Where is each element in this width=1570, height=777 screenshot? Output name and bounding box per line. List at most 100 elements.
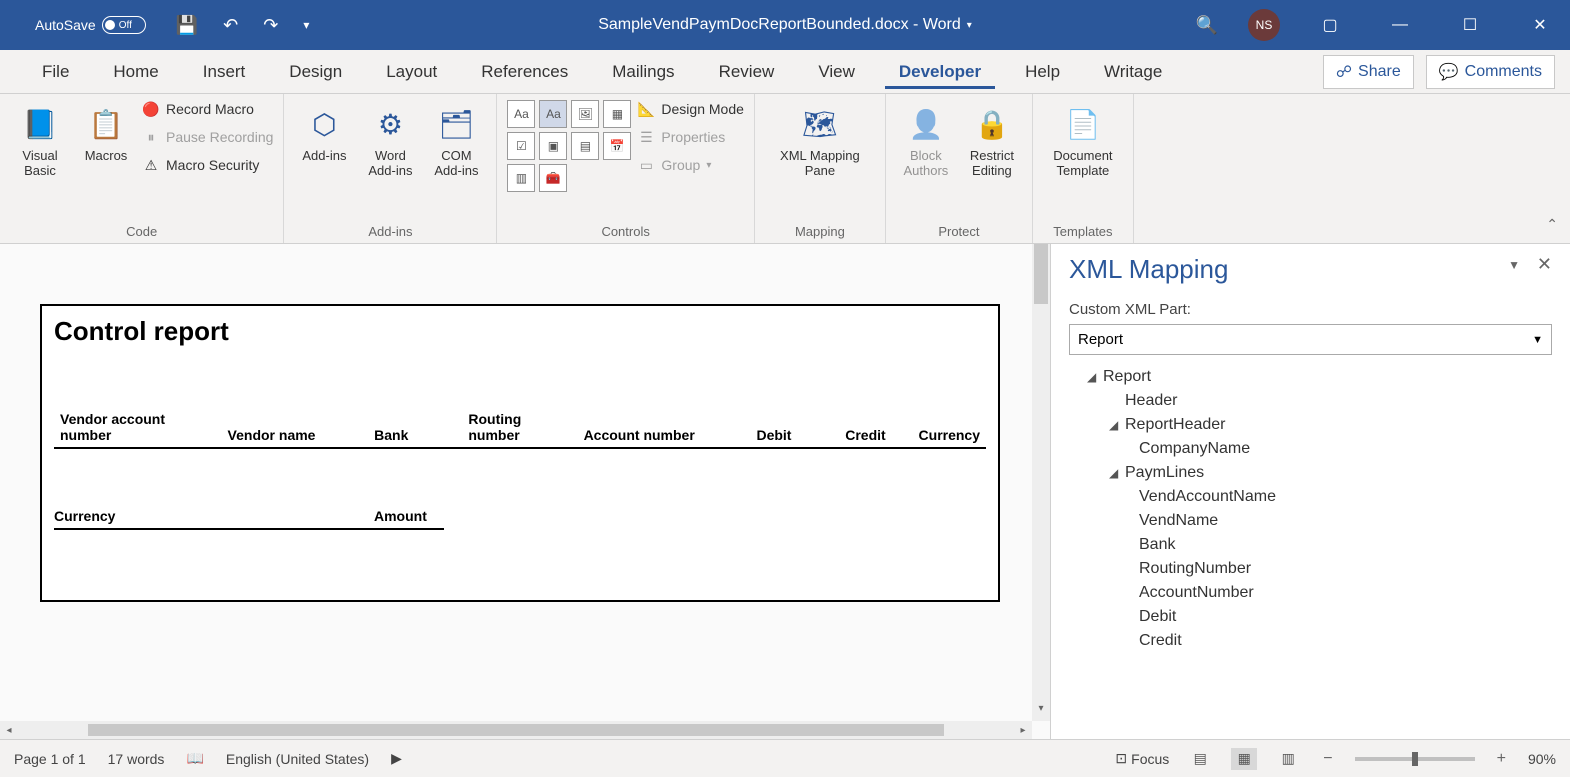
dropdown-control[interactable]: ▤ [571,132,599,160]
group-code-label: Code [10,220,273,239]
qat-customize-icon[interactable]: ▾ [303,18,309,32]
tree-companyname[interactable]: CompanyName [1069,437,1552,461]
zoom-slider[interactable] [1355,757,1475,761]
tab-insert[interactable]: Insert [181,62,268,82]
word-addins-button[interactable]: ⚙Word Add-ins [360,100,420,178]
zoom-handle[interactable] [1412,752,1418,766]
addins-button[interactable]: ⬡Add-ins [294,100,354,163]
redo-icon[interactable]: ↷ [263,15,278,36]
print-layout-button[interactable]: ▦ [1231,748,1257,770]
page-indicator[interactable]: Page 1 of 1 [14,751,86,767]
tab-developer[interactable]: Developer [877,62,1003,82]
tree-label: Report [1103,368,1151,386]
tab-file[interactable]: File [20,62,91,82]
spelling-icon[interactable]: 📖 [186,750,203,767]
col-routing: Routing number [462,407,577,448]
tab-layout[interactable]: Layout [364,62,459,82]
tree-vendaccountname[interactable]: VendAccountName [1069,485,1552,509]
panel-options-icon[interactable]: ▼ [1508,258,1520,272]
tree-reportheader[interactable]: ◢ReportHeader [1069,413,1552,437]
tree-header[interactable]: Header [1069,389,1552,413]
undo-icon[interactable]: ↶ [223,15,238,36]
tree-report[interactable]: ◢Report [1069,365,1552,389]
xml-part-select[interactable]: Report ▼ [1069,324,1552,355]
scroll-right-icon[interactable]: ▸ [1014,725,1032,736]
comments-button[interactable]: 💬Comments [1426,55,1555,89]
collapse-ribbon-icon[interactable]: ⌃ [1546,216,1558,233]
autosave-toggle[interactable]: AutoSave Off [35,16,146,34]
save-icon[interactable]: 💾 [176,15,198,36]
rich-text-control[interactable]: Aa [507,100,535,128]
macros-label: Macros [85,148,128,163]
word-count[interactable]: 17 words [108,751,165,767]
scroll-thumb-v[interactable] [1034,244,1048,304]
tab-design[interactable]: Design [267,62,364,82]
vertical-scrollbar[interactable]: ▴ ▾ [1032,244,1050,721]
com-addins-button[interactable]: 🗂COM Add-ins [426,100,486,178]
xml-mapping-pane-button[interactable]: 🗺XML Mapping Pane [765,100,875,178]
horizontal-scrollbar[interactable]: ◂ ▸ [0,721,1032,739]
language-indicator[interactable]: English (United States) [226,751,369,767]
read-mode-button[interactable]: ▤ [1187,748,1213,770]
zoom-level[interactable]: 90% [1528,751,1556,767]
group-code: 📘 Visual Basic 📋 Macros 🔴Record Macro ⏸P… [0,94,284,243]
record-macro-button[interactable]: 🔴Record Macro [142,100,273,118]
visual-basic-button[interactable]: 📘 Visual Basic [10,100,70,178]
tab-view[interactable]: View [796,62,877,82]
restrict-editing-icon: 🔒 [972,104,1012,144]
tab-help[interactable]: Help [1003,62,1082,82]
pause-icon: ⏸ [142,128,160,146]
focus-mode[interactable]: ⊡Focus [1115,750,1169,767]
tab-home[interactable]: Home [91,62,180,82]
repeating-control[interactable]: ▥ [507,164,535,192]
search-icon[interactable]: 🔍 [1196,15,1218,36]
scroll-left-icon[interactable]: ◂ [0,725,18,736]
share-button[interactable]: ☍Share [1323,55,1414,89]
checkbox-control[interactable]: ☑ [507,132,535,160]
document-area[interactable]: Control report Vendor account number Ven… [0,244,1050,739]
tree-vendname[interactable]: VendName [1069,509,1552,533]
tab-writage[interactable]: Writage [1082,62,1184,82]
legacy-tools[interactable]: 🧰 [539,164,567,192]
maximize-button[interactable]: ☐ [1450,15,1490,35]
scroll-thumb-h[interactable] [88,724,944,736]
title-dropdown-icon[interactable]: ▾ [967,20,972,31]
panel-close-icon[interactable]: ✕ [1537,254,1552,275]
block-authors-icon: 👤 [906,104,946,144]
web-layout-button[interactable]: ▥ [1275,748,1301,770]
tree-paymlines[interactable]: ◢PaymLines [1069,461,1552,485]
ribbon-display-icon[interactable]: ▢ [1310,15,1350,35]
plain-text-control[interactable]: Aa [539,100,567,128]
restrict-editing-button[interactable]: 🔒Restrict Editing [962,100,1022,178]
xml-mapping-panel: XML Mapping ▼ ✕ Custom XML Part: Report … [1050,244,1570,739]
combo-control[interactable]: ▣ [539,132,567,160]
scroll-down-icon[interactable]: ▾ [1032,703,1050,721]
macro-recorder-icon[interactable]: ▶ [391,750,402,767]
com-addins-label: COM Add-ins [426,148,486,178]
tree-bank[interactable]: Bank [1069,533,1552,557]
close-button[interactable]: ✕ [1520,15,1560,35]
macro-security-button[interactable]: ⚠Macro Security [142,156,273,174]
toggle-switch[interactable]: Off [102,16,146,34]
tree-credit[interactable]: Credit [1069,629,1552,653]
tab-review[interactable]: Review [697,62,797,82]
zoom-out-button[interactable]: − [1319,750,1336,768]
tab-mailings[interactable]: Mailings [590,62,696,82]
tab-references[interactable]: References [459,62,590,82]
picture-control[interactable]: 🖼 [571,100,599,128]
macros-icon: 📋 [86,104,126,144]
tree-debit[interactable]: Debit [1069,605,1552,629]
minimize-button[interactable]: — [1380,16,1420,34]
tree-accountnumber[interactable]: AccountNumber [1069,581,1552,605]
design-mode-button[interactable]: 📐Design Mode [637,100,744,118]
user-avatar[interactable]: NS [1248,9,1280,41]
properties-button: ☰Properties [637,128,744,146]
document-template-button[interactable]: 📄Document Template [1043,100,1123,178]
document-page: Control report Vendor account number Ven… [40,304,1000,602]
share-icon: ☍ [1336,62,1352,82]
zoom-in-button[interactable]: + [1493,750,1510,768]
macros-button[interactable]: 📋 Macros [76,100,136,163]
tree-routingnumber[interactable]: RoutingNumber [1069,557,1552,581]
date-control[interactable]: 📅 [603,132,631,160]
building-block-control[interactable]: ▦ [603,100,631,128]
